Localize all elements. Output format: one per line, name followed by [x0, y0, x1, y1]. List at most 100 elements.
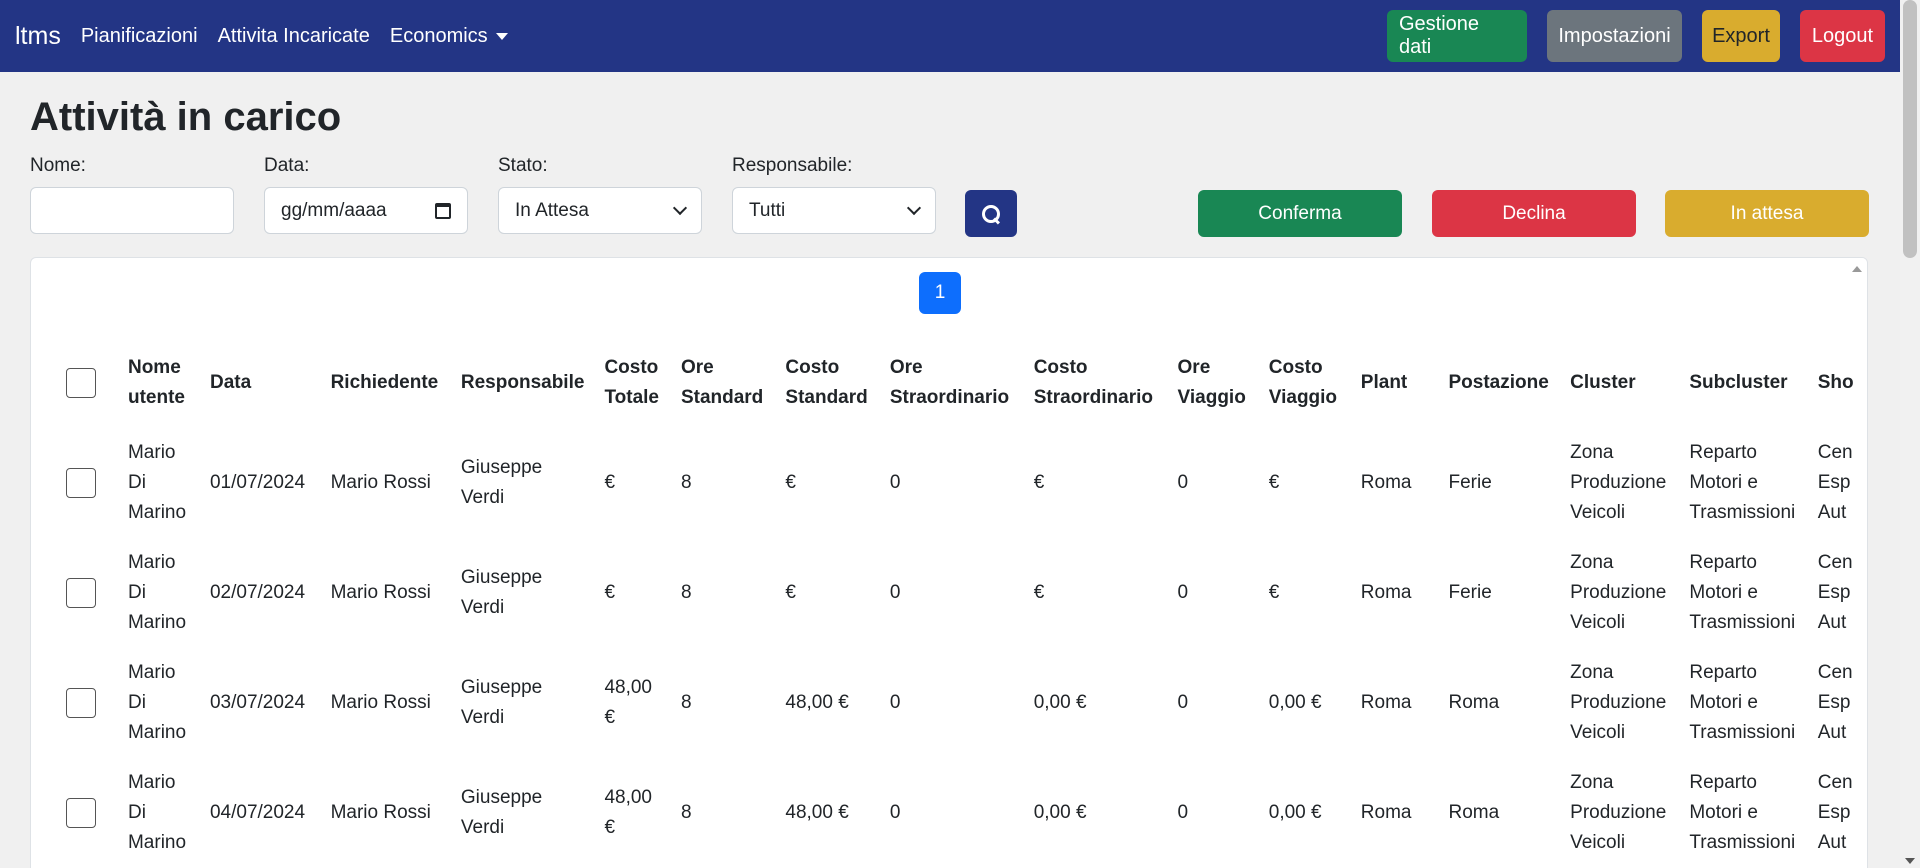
row-select-cell [51, 648, 118, 758]
declina-button[interactable]: Declina [1432, 190, 1636, 237]
cell-sho: Cen Esp Aut [1817, 772, 1853, 853]
conferma-button[interactable]: Conferma [1198, 190, 1402, 237]
row-checkbox[interactable] [66, 578, 96, 608]
cell-costo-standard: € [785, 472, 796, 493]
header-costo-viaggio[interactable]: Costo Viaggio [1259, 338, 1351, 428]
cell-postazione: Roma [1448, 692, 1500, 713]
filter-responsabile: Responsabile: Tutti [732, 155, 936, 234]
table-row[interactable]: Mario Di Marino 02/07/2024 Mario Rossi G… [51, 538, 1867, 648]
logout-button[interactable]: Logout [1800, 10, 1885, 62]
cell-nome-utente: Mario Di Marino [127, 772, 187, 853]
row-checkbox[interactable] [66, 688, 96, 718]
cell-ore-straordinario: 0 [889, 582, 901, 603]
header-ore-standard[interactable]: Ore Standard [671, 338, 775, 428]
row-select-cell [51, 758, 118, 868]
impostazioni-button[interactable]: Impostazioni [1547, 10, 1682, 62]
header-costo-totale[interactable]: Costo Totale [594, 338, 671, 428]
cell-ore-viaggio: 0 [1177, 802, 1189, 823]
cell-richiedente: Mario Rossi [330, 582, 431, 603]
pagination-page-1[interactable]: 1 [919, 272, 961, 314]
header-nome-utente[interactable]: Nome utente [118, 338, 200, 428]
top-navbar: ltms Pianificazioni Attivita Incaricate … [0, 0, 1900, 72]
nav-link-pianificazioni[interactable]: Pianificazioni [81, 25, 198, 48]
table-row[interactable]: Mario Di Marino 04/07/2024 Mario Rossi G… [51, 758, 1867, 868]
in-attesa-button[interactable]: In attesa [1665, 190, 1869, 237]
header-ore-straordinario[interactable]: Ore Straordinario [880, 338, 1024, 428]
brand-logo[interactable]: ltms [15, 22, 61, 51]
cell-nome-utente: Mario Di Marino [127, 442, 187, 523]
scroll-down-arrow-icon[interactable] [1905, 858, 1915, 864]
cell-costo-standard: € [785, 582, 796, 603]
cell-costo-totale: 48,00 € [604, 787, 652, 838]
table-header-row: Nome utente Data Richiedente Responsabil… [51, 338, 1867, 428]
responsabile-select[interactable]: Tutti [732, 187, 936, 234]
cell-costo-viaggio: € [1268, 582, 1280, 603]
cell-costo-totale: € [604, 582, 616, 603]
cell-subcluster: Reparto Motori e Trasmissioni [1689, 442, 1796, 523]
cell-plant: Roma [1360, 582, 1412, 603]
cell-cluster: Zona Produzione Veicoli [1570, 662, 1667, 743]
cell-costo-viaggio: 0,00 € [1268, 692, 1322, 713]
cell-plant: Roma [1360, 692, 1412, 713]
row-select-cell [51, 538, 118, 648]
header-costo-straordinario[interactable]: Costo Straordinario [1024, 338, 1168, 428]
date-input-placeholder: gg/mm/aaaa [281, 199, 387, 221]
cell-postazione: Ferie [1448, 472, 1492, 493]
header-sho[interactable]: Sho [1808, 338, 1867, 428]
search-button[interactable] [965, 190, 1017, 237]
cell-costo-straordinario: 0,00 € [1033, 692, 1087, 713]
page-title: Attività in carico [30, 95, 342, 139]
table-row[interactable]: Mario Di Marino 03/07/2024 Mario Rossi G… [51, 648, 1867, 758]
cell-responsabile: Giuseppe Verdi [460, 567, 543, 618]
cell-ore-standard: 8 [680, 582, 692, 603]
table-row[interactable]: Mario Di Marino 01/07/2024 Mario Rossi G… [51, 428, 1867, 538]
cell-plant: Roma [1360, 472, 1412, 493]
cell-data: 02/07/2024 [209, 582, 306, 603]
cell-costo-standard: 48,00 € [785, 692, 849, 713]
header-responsabile[interactable]: Responsabile [451, 338, 595, 428]
gestione-dati-button[interactable]: Gestione dati [1387, 10, 1527, 62]
header-ore-viaggio[interactable]: Ore Viaggio [1168, 338, 1259, 428]
header-costo-standard[interactable]: Costo Standard [775, 338, 879, 428]
cell-costo-straordinario: 0,00 € [1033, 802, 1087, 823]
row-checkbox[interactable] [66, 468, 96, 498]
scroll-up-arrow-icon[interactable] [1852, 266, 1862, 272]
page-scrollbar-thumb[interactable] [1903, 0, 1917, 258]
nav-dropdown-economics[interactable]: Economics [390, 25, 508, 48]
header-postazione[interactable]: Postazione [1438, 338, 1560, 428]
cell-sho: Cen Esp Aut [1817, 662, 1853, 743]
cell-ore-straordinario: 0 [889, 802, 901, 823]
calendar-icon[interactable] [435, 202, 451, 219]
header-subcluster[interactable]: Subcluster [1679, 338, 1807, 428]
filter-data: Data: gg/mm/aaaa [264, 155, 468, 234]
date-input[interactable]: gg/mm/aaaa [264, 187, 468, 234]
cell-subcluster: Reparto Motori e Trasmissioni [1689, 772, 1796, 853]
cell-costo-totale: 48,00 € [604, 677, 652, 728]
header-cluster[interactable]: Cluster [1560, 338, 1679, 428]
nav-link-attivita-incaricate[interactable]: Attivita Incaricate [218, 25, 370, 48]
page-scrollbar[interactable] [1900, 0, 1920, 868]
nome-input[interactable] [30, 187, 234, 234]
chevron-down-icon [672, 200, 688, 216]
activities-table-card: 1 Nome utente Data Richiedente Responsab… [30, 257, 1868, 868]
cell-subcluster: Reparto Motori e Trasmissioni [1689, 552, 1796, 633]
select-all-checkbox[interactable] [66, 368, 96, 398]
cell-cluster: Zona Produzione Veicoli [1570, 552, 1667, 633]
cell-costo-standard: 48,00 € [785, 802, 849, 823]
stato-select[interactable]: In Attesa [498, 187, 702, 234]
chevron-down-icon [906, 200, 922, 216]
row-select-cell [51, 428, 118, 538]
cell-data: 01/07/2024 [209, 472, 306, 493]
cell-ore-straordinario: 0 [889, 472, 901, 493]
header-richiedente[interactable]: Richiedente [321, 338, 451, 428]
export-button[interactable]: Export [1702, 10, 1780, 62]
select-all-cell [51, 338, 118, 428]
header-data[interactable]: Data [200, 338, 321, 428]
header-plant[interactable]: Plant [1351, 338, 1439, 428]
stato-label: Stato: [498, 155, 548, 176]
cell-sho: Cen Esp Aut [1817, 442, 1853, 523]
data-label: Data: [264, 155, 310, 176]
stato-select-value: In Attesa [515, 199, 589, 221]
row-checkbox[interactable] [66, 798, 96, 828]
navbar-actions: Gestione dati Impostazioni Export Logout [1387, 10, 1885, 62]
